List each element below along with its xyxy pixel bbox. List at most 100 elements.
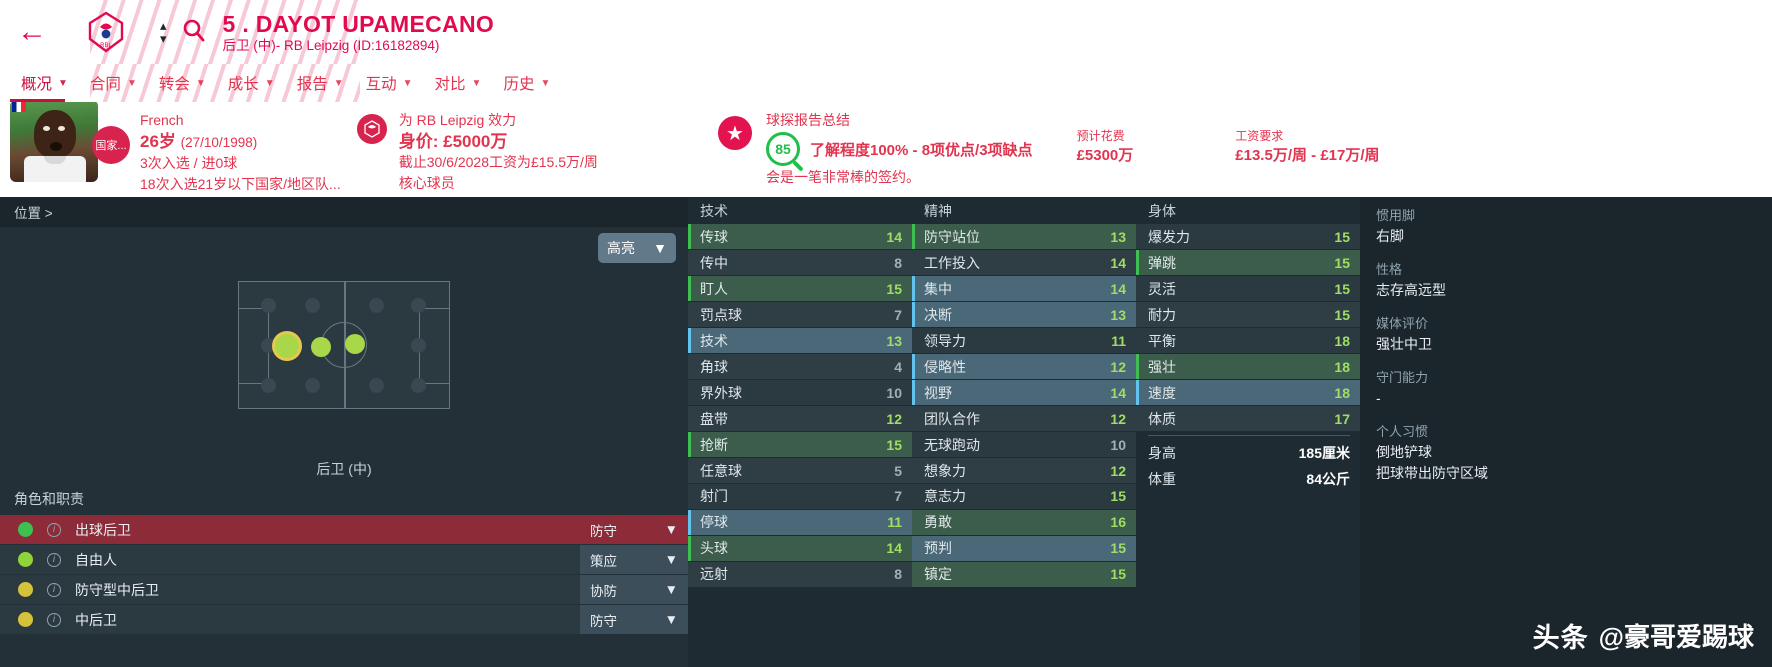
attribute-value: 12 [1110, 462, 1126, 479]
position-marker-secondary[interactable] [311, 337, 331, 357]
attribute-highlight-bar [688, 509, 691, 536]
watermark-logo: 头条 [1532, 623, 1589, 653]
tab-transfer[interactable]: 转会 ▼ [148, 64, 217, 102]
tab-label: 成长 [227, 76, 259, 93]
attribute-label: 头球 [700, 540, 728, 557]
attribute-value: 15 [886, 280, 902, 297]
chevron-down-icon[interactable]: ▾ [160, 32, 167, 45]
attribute-row: 勇敢 16 [912, 509, 1136, 536]
attribute-label: 意志力 [924, 488, 966, 505]
tab-comparison[interactable]: 对比 ▼ [424, 64, 493, 102]
chevron-down-icon[interactable]: ▼ [665, 582, 678, 597]
tab-overview[interactable]: 概况 ▼ [10, 64, 79, 102]
position-marker-primary[interactable] [275, 334, 299, 358]
rb-leipzig-badge-icon [356, 114, 387, 144]
title-block: 5 . DAYOT UPAMECANO 后卫 (中)- RB Leipzig (… [223, 11, 495, 54]
traits-group: 个人习惯 倒地铲球 把球带出防守区域 [1376, 421, 1772, 484]
scout-report-panel: ★ 球探报告总结 85 了解程度100% - 8项优点/3项缺点 会是一笔非常棒… [713, 102, 1772, 197]
info-icon[interactable]: i [47, 582, 61, 597]
preferred-foot-label: 惯用脚 [1376, 208, 1416, 223]
tab-label: 互动 [365, 76, 397, 93]
role-duty-dropdown[interactable]: 防守 ▼ [580, 515, 688, 544]
attribute-value: 13 [886, 332, 902, 349]
attribute-row: 角球 4 [688, 353, 912, 380]
tab-interaction[interactable]: 互动 ▼ [355, 64, 424, 102]
player-stepper[interactable]: ▴ ▾ [160, 19, 167, 45]
role-row[interactable]: i 出球后卫 防守 ▼ [0, 515, 688, 544]
role-name: 防守型中后卫 [75, 581, 159, 598]
role-row[interactable]: i 中后卫 防守 ▼ [0, 605, 688, 634]
tab-history[interactable]: 历史 ▼ [492, 64, 561, 102]
tab-label: 概况 [21, 76, 53, 93]
estimated-cost-value: £5300万 [1076, 147, 1134, 164]
attribute-value: 16 [1110, 514, 1126, 531]
back-arrow-icon[interactable]: ← [0, 0, 64, 64]
chevron-down-icon[interactable]: ▼ [665, 612, 678, 627]
breadcrumb[interactable]: 位置 > [0, 197, 688, 227]
trait-item: 倒地铲球 [1376, 444, 1432, 460]
attribute-highlight-bar [1136, 249, 1139, 276]
info-icon[interactable]: i [47, 522, 61, 537]
attribute-value: 7 [894, 488, 902, 505]
tab-label: 报告 [296, 76, 328, 93]
attribute-meta-row: 体重 84公斤 [1136, 466, 1360, 491]
chevron-down-icon[interactable]: ▼ [403, 78, 413, 89]
attribute-row: 工作投入 14 [912, 249, 1136, 276]
attribute-value: 18 [1334, 332, 1350, 349]
tab-reports[interactable]: 报告 ▼ [286, 64, 355, 102]
wage-demand-label: 工资要求 [1235, 129, 1284, 143]
position-marker-tertiary[interactable] [345, 334, 365, 354]
role-duty-dropdown[interactable]: 策应 ▼ [580, 545, 688, 574]
attribute-label: 弹跳 [1148, 254, 1176, 271]
roles-section-title: 角色和职责 [14, 491, 84, 507]
search-icon[interactable] [181, 17, 207, 48]
role-suitability-dot [18, 582, 33, 597]
chevron-down-icon[interactable]: ▼ [196, 78, 206, 89]
chevron-down-icon[interactable]: ▼ [58, 78, 68, 89]
nationality-info-group: French 26岁 (27/10/1998) 3次入选 / 进0球 18次入选… [140, 102, 341, 197]
attribute-value: 15 [1110, 488, 1126, 505]
chevron-down-icon[interactable]: ▼ [472, 78, 482, 89]
attribute-label: 射门 [700, 488, 728, 505]
attribute-highlight-bar [688, 535, 691, 562]
info-icon[interactable]: i [47, 552, 61, 567]
attribute-row: 想象力 12 [912, 457, 1136, 484]
role-duty-dropdown[interactable]: 防守 ▼ [580, 605, 688, 634]
attribute-row: 无球跑动 10 [912, 431, 1136, 458]
active-tab-underline [10, 99, 65, 102]
attribute-highlight-bar [912, 301, 915, 328]
attribute-value: 12 [1110, 410, 1126, 427]
media-handling-label: 媒体评价 [1376, 316, 1429, 331]
role-row[interactable]: i 防守型中后卫 协防 ▼ [0, 575, 688, 604]
tab-development[interactable]: 成长 ▼ [217, 64, 286, 102]
attribute-value: 15 [1110, 540, 1126, 557]
attribute-row: 意志力 15 [912, 483, 1136, 510]
attribute-highlight-bar [1136, 379, 1139, 406]
chevron-down-icon[interactable]: ▼ [665, 552, 678, 567]
attribute-label: 技术 [700, 332, 728, 349]
chevron-down-icon[interactable]: ▼ [334, 78, 344, 89]
chevron-down-icon[interactable]: ▼ [665, 522, 678, 537]
attribute-row: 射门 7 [688, 483, 912, 510]
chevron-down-icon[interactable]: ▼ [265, 78, 275, 89]
chevron-up-icon[interactable]: ▴ [160, 19, 167, 32]
attribute-value: 15 [1110, 566, 1126, 583]
role-duty-dropdown[interactable]: 协防 ▼ [580, 575, 688, 604]
attribute-meta-value: 185厘米 [1298, 444, 1350, 461]
attribute-row: 盘带 12 [688, 405, 912, 432]
attribute-row: 任意球 5 [688, 457, 912, 484]
attribute-label: 侵略性 [924, 358, 966, 375]
chevron-down-icon[interactable]: ▼ [127, 78, 137, 89]
youth-caps: 18次入选21岁以下国家/地区队... [140, 176, 341, 192]
attribute-value: 11 [1111, 332, 1126, 349]
tab-contract[interactable]: 合同 ▼ [79, 64, 148, 102]
role-row[interactable]: i 自由人 策应 ▼ [0, 545, 688, 574]
info-icon[interactable]: i [47, 612, 61, 627]
attribute-row: 集中 14 [912, 275, 1136, 302]
attribute-row: 灵活 15 [1136, 275, 1360, 302]
wage-demand-value: £13.5万/周 - £17万/周 [1235, 147, 1380, 164]
chevron-down-icon[interactable]: ▼ [540, 78, 550, 89]
attribute-label: 角球 [700, 358, 728, 375]
physical-header: 身体 [1148, 202, 1176, 219]
attribute-row: 停球 11 [688, 509, 912, 536]
